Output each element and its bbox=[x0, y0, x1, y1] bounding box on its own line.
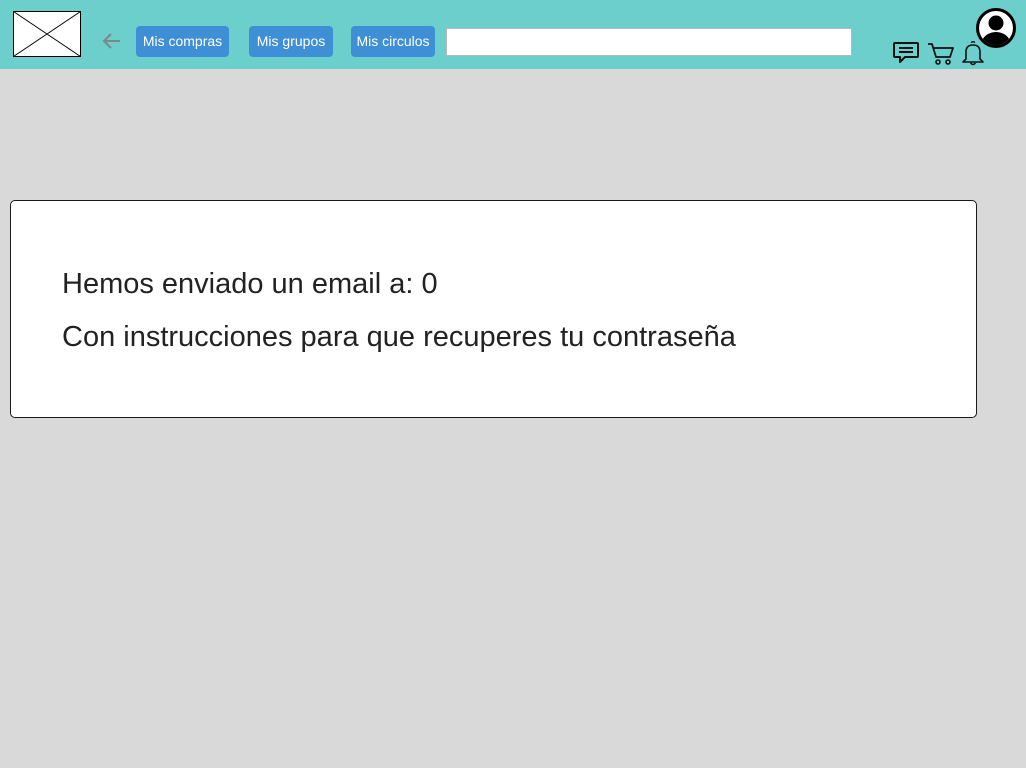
mis-circulos-button[interactable]: Mis circulos bbox=[351, 26, 435, 57]
password-recovery-message-card: Hemos enviado un email a: 0 Con instrucc… bbox=[10, 200, 977, 418]
cart-icon[interactable] bbox=[927, 40, 955, 66]
logo-placeholder-icon bbox=[13, 11, 81, 57]
email-sent-message: Hemos enviado un email a: 0 bbox=[62, 268, 438, 300]
back-arrow-icon[interactable] bbox=[100, 29, 124, 53]
avatar-icon[interactable] bbox=[975, 7, 1017, 49]
chat-icon[interactable] bbox=[892, 40, 920, 66]
search-input[interactable] bbox=[446, 28, 852, 56]
mis-grupos-button[interactable]: Mis grupos bbox=[249, 26, 333, 57]
instructions-message: Con instrucciones para que recuperes tu … bbox=[62, 321, 736, 353]
top-navigation-bar: Mis compras Mis grupos Mis circulos bbox=[0, 0, 1026, 69]
mis-compras-button[interactable]: Mis compras bbox=[136, 26, 229, 57]
